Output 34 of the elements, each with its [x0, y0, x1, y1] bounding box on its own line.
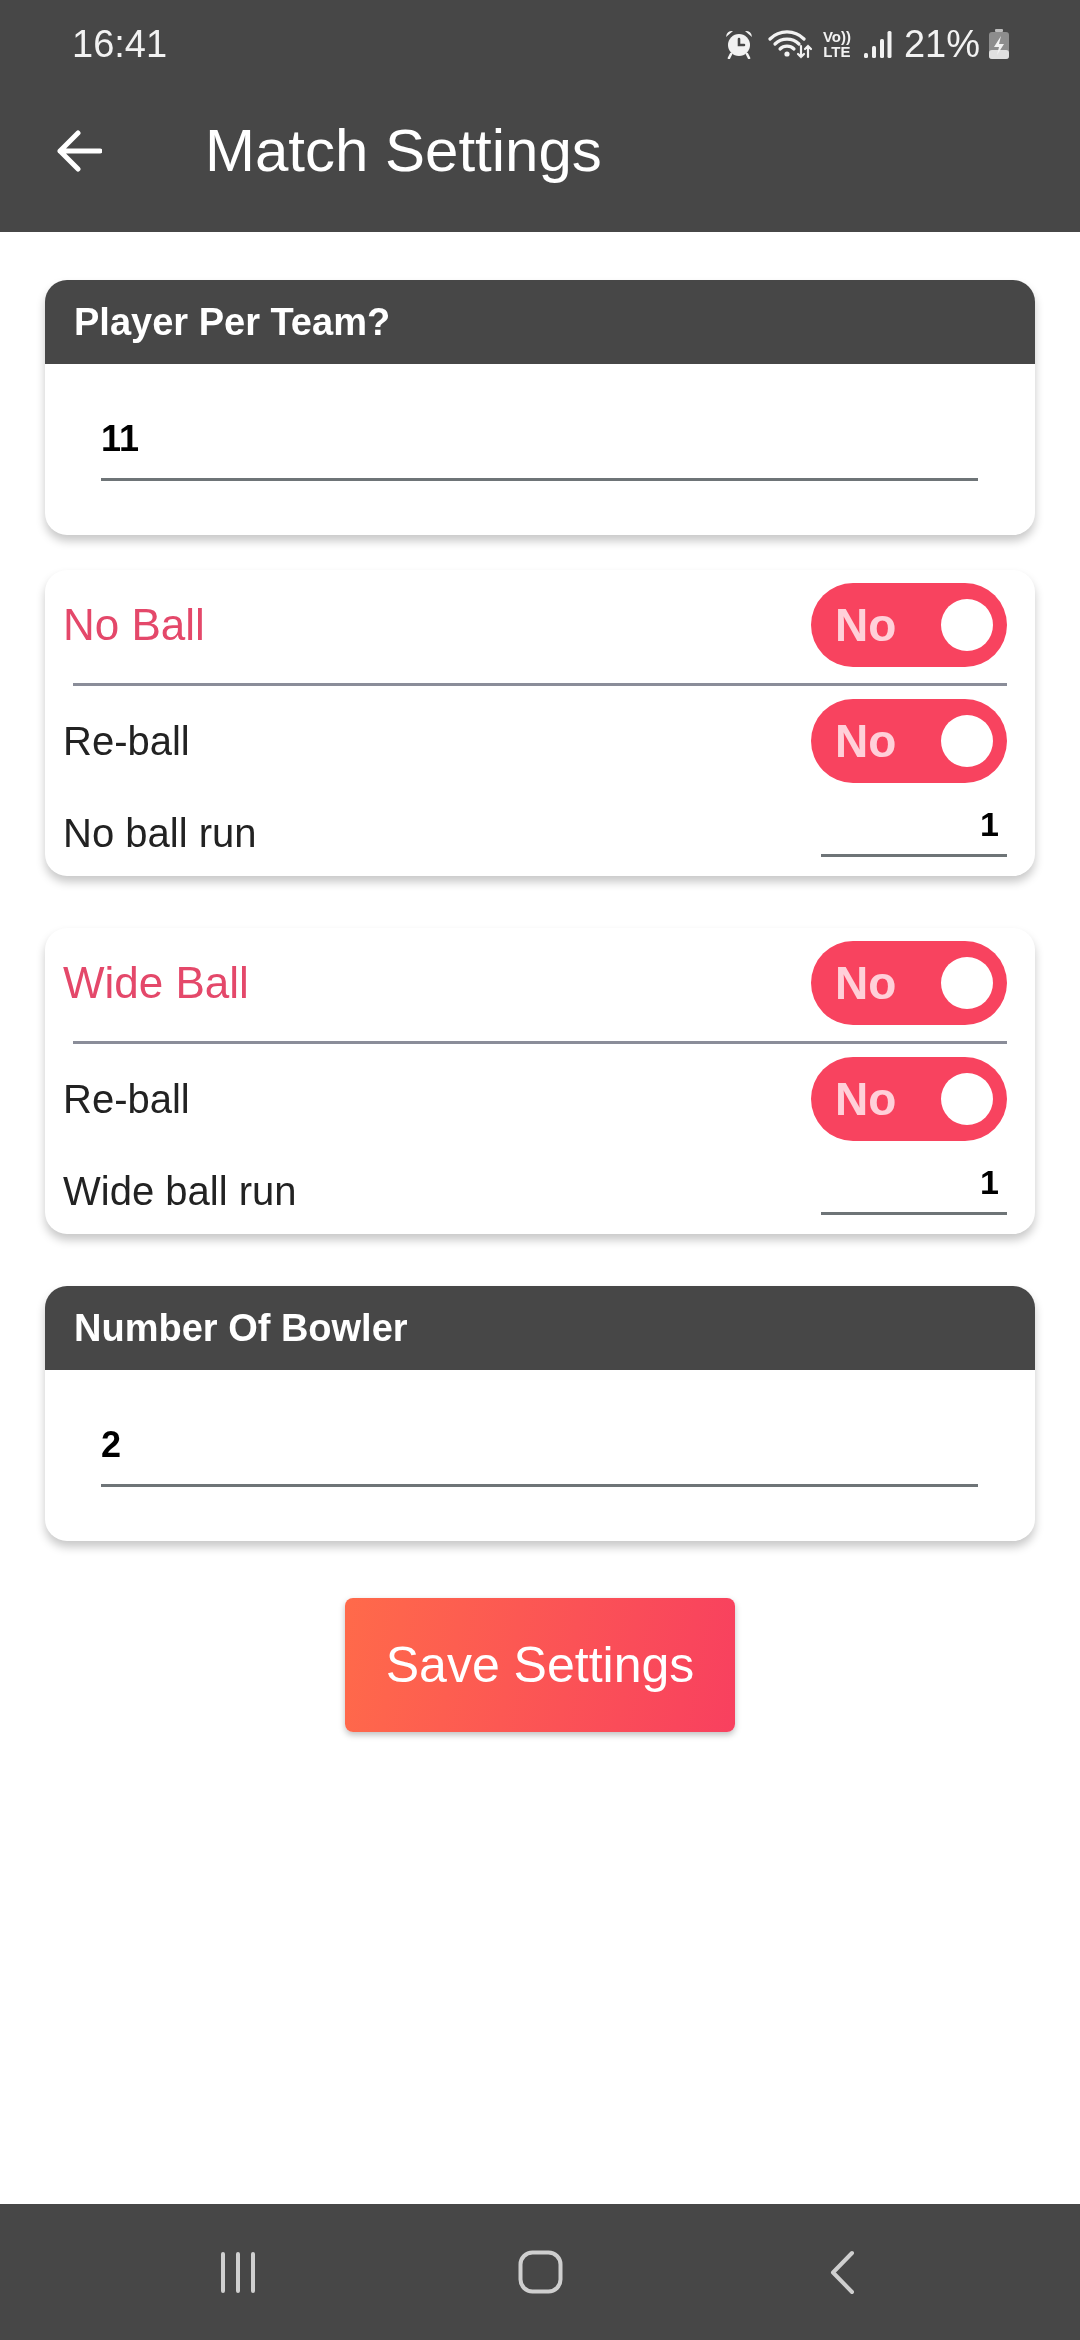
knob-icon: [941, 957, 993, 1009]
section-header: Player Per Team?: [45, 280, 1035, 364]
status-time: 16:41: [72, 25, 168, 63]
knob-icon: [941, 599, 993, 651]
page-title: Match Settings: [205, 118, 602, 184]
number-input[interactable]: 2: [101, 1406, 978, 1487]
row-label: Re-ball: [63, 1076, 190, 1123]
wifi-icon: [767, 29, 813, 59]
back-arrow-icon[interactable]: [56, 128, 102, 174]
home-icon[interactable]: [517, 2250, 563, 2294]
signal-bars-icon: [862, 29, 892, 59]
alarm-clock-icon: [723, 29, 754, 59]
section-header: Number Of Bowler: [45, 1286, 1035, 1370]
save-settings-button[interactable]: Save Settings: [345, 1598, 735, 1732]
back-icon[interactable]: [829, 2249, 855, 2295]
number-input[interactable]: 1: [821, 1166, 1007, 1215]
battery-charging-icon: [988, 29, 1010, 59]
row-label: Wide ball run: [63, 1168, 297, 1215]
section-title: No Ball: [63, 598, 205, 651]
toggle-switch[interactable]: No: [811, 699, 1007, 783]
network-type-text: Vo)): [822, 29, 851, 44]
row-label: No ball run: [63, 810, 257, 857]
knob-icon: [941, 715, 993, 767]
number-input[interactable]: 1: [821, 808, 1007, 857]
toggle-switch[interactable]: No: [811, 941, 1007, 1025]
number-input[interactable]: 11: [101, 400, 978, 481]
knob-icon: [941, 1073, 993, 1125]
toggle-switch[interactable]: No: [811, 1057, 1007, 1141]
battery-percentage: 21%: [903, 25, 980, 63]
network-type-text: LTE: [823, 44, 851, 59]
recent-apps-icon[interactable]: [219, 2250, 257, 2294]
section-title: Wide Ball: [63, 956, 249, 1009]
row-label: Re-ball: [63, 718, 190, 765]
toggle-switch[interactable]: No: [811, 583, 1007, 667]
